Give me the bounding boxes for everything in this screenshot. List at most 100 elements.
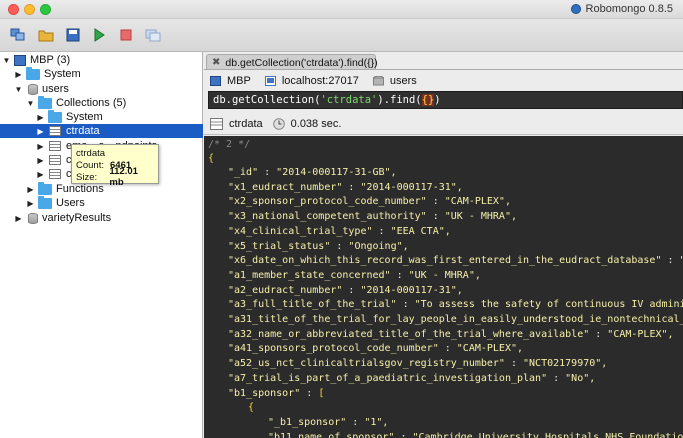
json-key: "x5_trial_status" <box>228 240 331 252</box>
collection-icon <box>49 141 61 151</box>
connect-icon <box>10 28 25 41</box>
json-key: "a2_eudract_number" <box>228 284 343 296</box>
tree-item-varietyresults[interactable]: ▶ varietyResults <box>0 211 203 225</box>
json-separator: : <box>394 431 413 438</box>
save-icon <box>66 28 80 42</box>
tree-item-users-folder[interactable]: ▶ Users <box>0 195 203 210</box>
folder-icon <box>48 109 62 123</box>
query-editor[interactable]: db.getCollection('ctrdata').find({}) <box>208 91 683 109</box>
stop-button[interactable] <box>116 26 136 44</box>
collection-icon <box>49 126 61 136</box>
open-button[interactable] <box>36 26 56 44</box>
collapse-arrow-icon[interactable]: ▶ <box>26 185 35 194</box>
server-icon <box>210 75 221 86</box>
server-icon <box>14 54 26 66</box>
json-field-line: "x6_date_on_which_this_record_was_first_… <box>228 254 683 268</box>
execute-button[interactable] <box>89 26 109 44</box>
json-field-line: "x3_national_competent_authority" : "UK … <box>228 210 517 224</box>
collapse-arrow-icon[interactable]: ▶ <box>26 199 35 208</box>
json-separator: : <box>426 196 445 208</box>
info-database: users <box>389 74 417 87</box>
json-field-line: "a2_eudract_number" : "2014-000117-31", <box>228 284 463 298</box>
database-icon <box>28 83 38 95</box>
tab-query[interactable]: ✖ db.getCollection('ctrdata').find({}) <box>206 54 378 70</box>
json-value: "1", <box>364 416 389 428</box>
explorer-tree[interactable]: ▼ MBP (3) ▶ System ▼ users ▼ Collections… <box>0 52 203 438</box>
json-key: "x3_national_competent_authority" <box>228 211 427 223</box>
robomongo-logo-icon <box>570 4 581 14</box>
tree-item-collections[interactable]: ▼ Collections (5) <box>0 95 203 110</box>
json-field-line: "_b1_sponsor" : "1", <box>268 416 388 430</box>
json-field-line: "x4_clinical_trial_type" : "EEA CTA", <box>228 225 451 239</box>
collection-tooltip: ctrdata Count: 6461 Size: 112.01 mb <box>71 144 159 188</box>
expand-arrow-icon[interactable]: ▼ <box>2 56 11 65</box>
collapse-arrow-icon[interactable]: ▶ <box>36 127 45 136</box>
minimize-window-button[interactable] <box>24 4 35 15</box>
save-button[interactable] <box>63 26 83 44</box>
collapse-arrow-icon[interactable]: ▶ <box>36 142 45 151</box>
json-key: "x2_sponsor_protocol_code_number" <box>228 196 427 208</box>
json-separator: : <box>426 211 445 223</box>
json-separator: : <box>342 181 361 193</box>
database-icon <box>372 75 384 85</box>
json-key: "a7_trial_is_part_of_a_paediatric_invest… <box>228 372 548 384</box>
json-field-line: "a52_us_nct_clinicaltrialsgov_registry_n… <box>228 357 607 371</box>
tree-item-label: Users <box>56 197 85 209</box>
json-field-line: "a31_title_of_the_trial_for_lay_people_i… <box>228 313 683 327</box>
json-field-line: "b11_name_of_sponsor" : "Cambridge Unive… <box>268 431 683 438</box>
folder-icon <box>38 195 52 209</box>
collapse-arrow-icon[interactable]: ▶ <box>36 156 45 165</box>
collapse-arrow-icon[interactable]: ▶ <box>36 170 45 179</box>
tooltip-title: ctrdata <box>76 147 106 159</box>
json-value: "Ongoing", <box>348 240 409 252</box>
collection-icon <box>210 117 223 130</box>
expand-arrow-icon[interactable]: ▼ <box>26 99 35 108</box>
tree-item-label: varietyResults <box>42 212 112 224</box>
tree-item-system-collections[interactable]: ▶ System <box>0 109 203 124</box>
json-key: "a1_member_state_concerned" <box>228 269 391 281</box>
collapse-arrow-icon[interactable]: ▶ <box>14 70 23 79</box>
json-key: "a41_sponsors_protocol_code_number" <box>228 343 439 355</box>
toolbar <box>0 19 683 52</box>
expand-arrow-icon[interactable]: ▼ <box>14 85 23 94</box>
host-icon <box>264 75 276 86</box>
json-key: "x6_date_on_which_this_record_was_first_… <box>228 255 662 267</box>
info-host: localhost:27017 <box>281 74 359 87</box>
json-key: "x4_clinical_trial_type" <box>228 225 373 237</box>
json-value: "EEA CTA", <box>390 225 451 237</box>
json-result-view[interactable]: /* 2 */ { "_id" : "2014-000117-31-GB", "x… <box>204 136 683 438</box>
close-tab-icon[interactable]: ✖ <box>212 57 220 68</box>
json-value: "NCT02179970", <box>523 358 608 370</box>
json-separator: : <box>396 299 415 311</box>
result-time: 0.038 sec. <box>290 117 342 130</box>
tree-item-label: MBP (3) <box>30 54 71 66</box>
json-key: { <box>248 402 255 414</box>
tree-item-functions[interactable]: ▶ Functions <box>0 181 203 196</box>
collapse-arrow-icon[interactable]: ▶ <box>36 113 45 122</box>
query-text-middle: ).find( <box>377 94 422 106</box>
tooltip-count-label: Count: <box>76 159 104 171</box>
tree-item-ctrdata[interactable]: ▶ ctrdata <box>0 124 203 138</box>
tree-item-users-db[interactable]: ▼ users <box>0 82 203 96</box>
json-separator: : <box>390 269 409 281</box>
tree-item-server[interactable]: ▼ MBP (3) <box>0 53 203 67</box>
json-separator: : <box>661 255 680 267</box>
tree-item-label: System <box>44 68 81 80</box>
tree-item-label: users <box>42 83 69 95</box>
collapse-arrow-icon[interactable]: ▶ <box>14 214 23 223</box>
json-key: "b11_name_of_sponsor" <box>268 431 395 438</box>
tree-item-system[interactable]: ▶ System <box>0 66 203 81</box>
json-key: "_b1_sponsor" <box>268 416 347 428</box>
refresh-button[interactable] <box>143 26 163 44</box>
json-field-line: "x5_trial_status" : "Ongoing", <box>228 240 409 254</box>
close-window-button[interactable] <box>8 4 19 15</box>
json-value: "UK - MHRA", <box>408 269 481 281</box>
connect-button[interactable] <box>8 26 28 44</box>
open-folder-icon <box>38 30 54 42</box>
title-bar: Robomongo 0.8.5 <box>0 0 683 19</box>
json-field-line: { <box>248 401 254 415</box>
maximize-window-button[interactable] <box>40 4 51 15</box>
tab-divider <box>204 69 683 70</box>
document-comment: /* 2 */ <box>208 139 251 150</box>
json-separator: : <box>258 167 277 178</box>
